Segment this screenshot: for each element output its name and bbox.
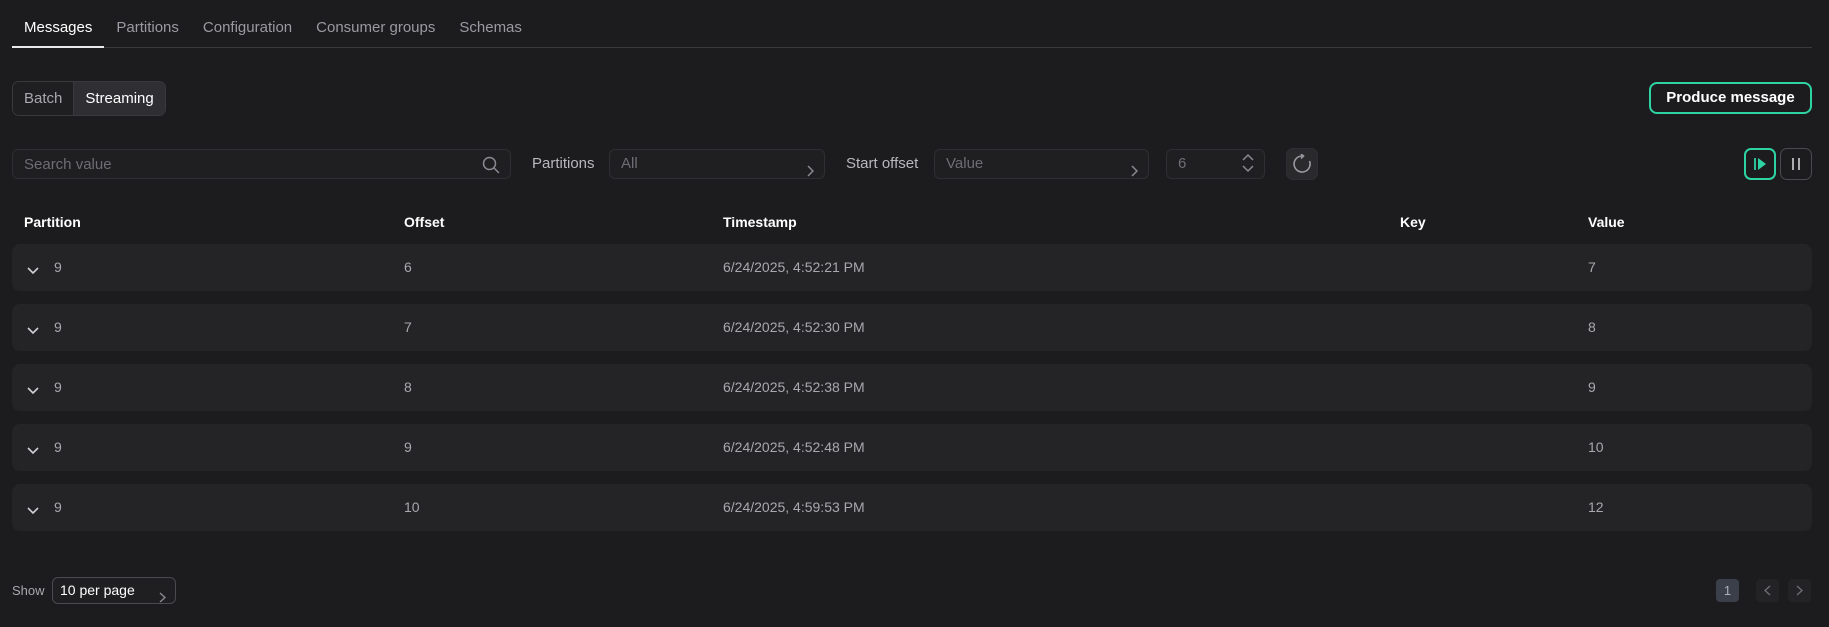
- start-offset-select-value: Value: [946, 155, 984, 172]
- refresh-button[interactable]: [1286, 148, 1318, 180]
- chevron-down-icon[interactable]: [27, 502, 39, 520]
- per-page-select[interactable]: 10 per page: [52, 577, 176, 604]
- tab-partitions[interactable]: Partitions: [104, 19, 191, 47]
- table-row[interactable]: 9 6 6/24/2025, 4:52:21 PM 7: [12, 244, 1812, 291]
- column-header-key: Key: [1400, 214, 1426, 230]
- timestamp-cell: 6/24/2025, 4:59:53 PM: [723, 499, 865, 515]
- chevron-right-icon: [159, 586, 167, 611]
- play-icon: [1754, 158, 1766, 170]
- next-page-button[interactable]: [1788, 579, 1811, 602]
- table-row[interactable]: 9 10 6/24/2025, 4:59:53 PM 12: [12, 484, 1812, 531]
- partition-cell: 9: [54, 499, 62, 515]
- tab-schemas[interactable]: Schemas: [447, 19, 534, 47]
- tab-messages[interactable]: Messages: [12, 19, 105, 48]
- start-offset-select[interactable]: Value: [934, 149, 1149, 179]
- search-input[interactable]: [24, 156, 474, 173]
- column-header-offset: Offset: [404, 214, 445, 230]
- offset-cell: 6: [404, 259, 412, 275]
- partitions-label: Partitions: [532, 155, 595, 172]
- chevron-down-icon[interactable]: [27, 322, 39, 340]
- decrement-icon[interactable]: [1242, 165, 1254, 173]
- value-cell: 8: [1588, 319, 1596, 335]
- table-row[interactable]: 9 8 6/24/2025, 4:52:38 PM 9: [12, 364, 1812, 411]
- partitions-select[interactable]: All: [609, 149, 825, 179]
- offset-cell: 8: [404, 379, 412, 395]
- tab-consumer-groups[interactable]: Consumer groups: [304, 19, 447, 47]
- per-page-value: 10 per page: [60, 582, 135, 598]
- chevron-right-icon: [806, 159, 815, 187]
- limit-value: 6: [1178, 155, 1187, 172]
- timestamp-cell: 6/24/2025, 4:52:21 PM: [723, 259, 865, 275]
- pause-stream-button[interactable]: [1780, 148, 1812, 180]
- value-cell: 12: [1588, 499, 1604, 515]
- previous-page-button[interactable]: [1756, 579, 1779, 602]
- chevron-left-icon: [1764, 585, 1771, 596]
- resume-stream-button[interactable]: [1744, 148, 1776, 180]
- chevron-down-icon[interactable]: [27, 382, 39, 400]
- column-header-timestamp: Timestamp: [723, 214, 797, 230]
- partitions-select-value: All: [621, 155, 638, 172]
- offset-cell: 7: [404, 319, 412, 335]
- partition-cell: 9: [54, 259, 62, 275]
- partition-cell: 9: [54, 319, 62, 335]
- table-row[interactable]: 9 7 6/24/2025, 4:52:30 PM 8: [12, 304, 1812, 351]
- offset-cell: 10: [404, 499, 420, 515]
- tab-bar: Messages Partitions Configuration Consum…: [12, 0, 1812, 48]
- produce-message-button[interactable]: Produce message: [1649, 82, 1812, 114]
- batch-mode-button[interactable]: Batch: [13, 82, 74, 115]
- search-icon[interactable]: [482, 156, 500, 179]
- chevron-down-icon[interactable]: [27, 262, 39, 280]
- column-header-partition: Partition: [24, 214, 81, 230]
- offset-cell: 9: [404, 439, 412, 455]
- pause-icon: [1792, 158, 1800, 170]
- limit-stepper[interactable]: 6: [1166, 149, 1265, 179]
- current-page-button[interactable]: 1: [1716, 579, 1739, 602]
- mode-toggle: Batch Streaming: [12, 81, 166, 116]
- partition-cell: 9: [54, 439, 62, 455]
- timestamp-cell: 6/24/2025, 4:52:38 PM: [723, 379, 865, 395]
- partition-cell: 9: [54, 379, 62, 395]
- value-cell: 10: [1588, 439, 1604, 455]
- start-offset-label: Start offset: [846, 155, 919, 172]
- messages-panel: Messages Partitions Configuration Consum…: [0, 0, 1829, 627]
- table-row[interactable]: 9 9 6/24/2025, 4:52:48 PM 10: [12, 424, 1812, 471]
- tab-configuration[interactable]: Configuration: [191, 19, 304, 47]
- column-header-value: Value: [1588, 214, 1625, 230]
- timestamp-cell: 6/24/2025, 4:52:48 PM: [723, 439, 865, 455]
- search-box: [12, 149, 511, 179]
- value-cell: 7: [1588, 259, 1596, 275]
- value-cell: 9: [1588, 379, 1596, 395]
- show-label: Show: [12, 583, 45, 598]
- chevron-right-icon: [1130, 159, 1139, 187]
- chevron-down-icon[interactable]: [27, 442, 39, 460]
- refresh-icon: [1293, 154, 1311, 173]
- timestamp-cell: 6/24/2025, 4:52:30 PM: [723, 319, 865, 335]
- increment-icon[interactable]: [1242, 153, 1254, 161]
- chevron-right-icon: [1796, 585, 1803, 596]
- streaming-mode-button[interactable]: Streaming: [73, 82, 165, 115]
